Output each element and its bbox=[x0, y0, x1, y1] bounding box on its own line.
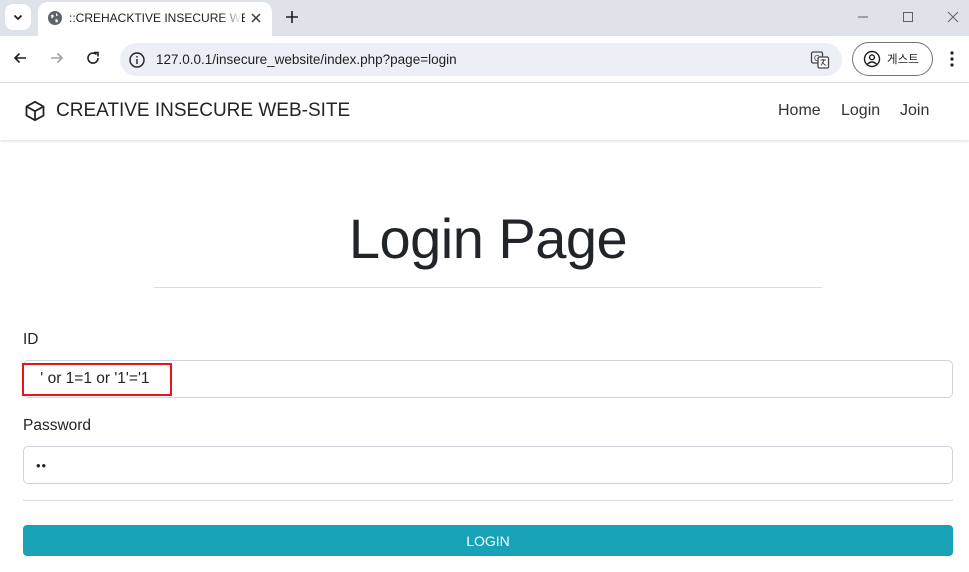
minimize-button[interactable] bbox=[849, 6, 877, 28]
browser-menu-button[interactable] bbox=[944, 48, 960, 70]
nav-link-login[interactable]: Login bbox=[841, 102, 880, 120]
translate-icon[interactable]: G bbox=[810, 50, 830, 70]
minimize-icon bbox=[858, 16, 868, 18]
password-input[interactable]: •• bbox=[23, 446, 953, 484]
arrow-right-icon bbox=[51, 52, 64, 64]
cube-icon bbox=[25, 100, 45, 122]
highlight-box bbox=[22, 363, 172, 396]
tab-close-button[interactable] bbox=[248, 10, 264, 26]
profile-label: 게스트 bbox=[887, 54, 919, 66]
back-button[interactable] bbox=[8, 46, 32, 70]
maximize-button[interactable] bbox=[894, 6, 922, 28]
title-divider bbox=[154, 287, 822, 288]
forward-button[interactable] bbox=[45, 46, 69, 70]
url-text[interactable]: 127.0.0.1/insecure_website/index.php?pag… bbox=[156, 52, 457, 67]
tab-title-fade bbox=[220, 8, 242, 30]
info-icon[interactable] bbox=[128, 51, 146, 69]
close-icon bbox=[251, 13, 261, 23]
id-label: ID bbox=[23, 331, 39, 348]
globe-icon bbox=[48, 11, 62, 25]
nav-link-home[interactable]: Home bbox=[778, 102, 821, 120]
arrow-left-icon bbox=[13, 52, 26, 64]
browser-tab[interactable]: ::CREHACKTIVE INSECURE WEBSITE:: bbox=[38, 2, 272, 36]
chevron-down-icon bbox=[13, 14, 23, 21]
address-bar[interactable]: 127.0.0.1/insecure_website/index.php?pag… bbox=[120, 43, 842, 76]
form-divider bbox=[23, 500, 953, 501]
password-label: Password bbox=[23, 417, 92, 434]
more-vertical-icon bbox=[950, 51, 954, 67]
site-navbar: CREATIVE INSECURE WEB-SITE Home Login Jo… bbox=[0, 83, 969, 140]
reload-icon bbox=[87, 51, 99, 64]
tab-strip: ::CREHACKTIVE INSECURE WEBSITE:: bbox=[0, 0, 969, 36]
page-title: Login Page bbox=[348, 207, 628, 270]
close-icon bbox=[947, 11, 959, 23]
maximize-icon bbox=[903, 12, 913, 22]
window-close-button[interactable] bbox=[939, 6, 967, 28]
plus-icon bbox=[286, 11, 298, 23]
profile-button[interactable]: 게스트 bbox=[852, 42, 933, 76]
tab-search-button[interactable] bbox=[5, 4, 31, 30]
nav-link-join[interactable]: Join bbox=[900, 102, 929, 120]
reload-button[interactable] bbox=[81, 46, 105, 70]
new-tab-button[interactable] bbox=[280, 5, 304, 29]
account-icon bbox=[863, 50, 881, 68]
login-button[interactable]: LOGIN bbox=[23, 525, 953, 556]
browser-toolbar: 127.0.0.1/insecure_website/index.php?pag… bbox=[0, 36, 969, 83]
brand-link[interactable]: CREATIVE INSECURE WEB-SITE bbox=[24, 100, 350, 122]
brand-text: CREATIVE INSECURE WEB-SITE bbox=[56, 100, 351, 121]
tab-title: ::CREHACKTIVE INSECURE WEBSITE:: bbox=[69, 11, 245, 25]
